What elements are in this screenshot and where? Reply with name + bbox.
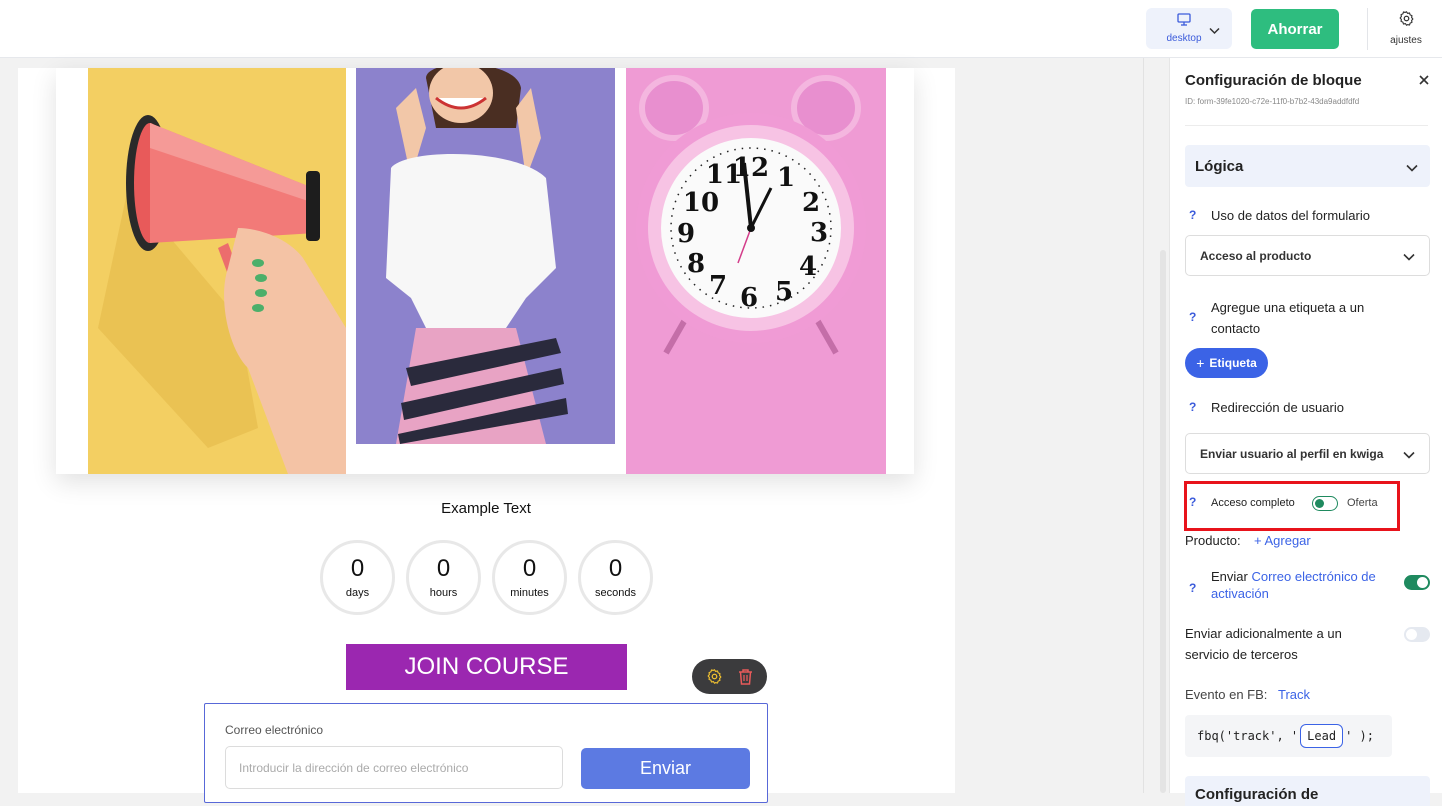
- next-section-header[interactable]: Configuración de: [1185, 776, 1430, 806]
- fb-event-link[interactable]: Track: [1278, 684, 1310, 705]
- divider: [1367, 8, 1368, 50]
- divider: [1185, 125, 1428, 126]
- gallery-image-woman: [356, 68, 615, 444]
- chevron-down-icon: [1403, 250, 1415, 264]
- redirect-label: Redirección de usuario: [1211, 400, 1344, 415]
- close-icon[interactable]: [1416, 72, 1432, 88]
- fb-code-snippet: fbq('track', ' Lead ' );: [1185, 715, 1392, 757]
- device-label: desktop: [1166, 33, 1202, 44]
- third-party-label: Enviar adicionalmente a un servicio de t…: [1185, 626, 1342, 662]
- help-icon[interactable]: ?: [1189, 495, 1196, 509]
- redirect-value: Enviar usuario al perfil en kwiga: [1200, 446, 1384, 461]
- svg-text:1: 1: [777, 163, 795, 193]
- code-prefix: fbq('track', ': [1197, 729, 1299, 743]
- svg-text:11: 11: [706, 160, 742, 190]
- email-label: Correo electrónico: [225, 723, 324, 737]
- fb-event-value-input[interactable]: Lead: [1300, 724, 1344, 748]
- email-input[interactable]: [225, 746, 563, 789]
- help-icon[interactable]: ?: [1189, 400, 1196, 414]
- help-icon[interactable]: ?: [1189, 208, 1196, 222]
- add-tag-label: Agregue una etiqueta a un contacto: [1211, 300, 1365, 336]
- full-access-label: Acceso completo: [1211, 497, 1295, 509]
- code-suffix: ' );: [1345, 729, 1374, 743]
- block-toolbar: [692, 659, 767, 694]
- panel-title: Configuración de bloque: [1185, 72, 1362, 89]
- add-tag-button[interactable]: + Etiqueta: [1185, 348, 1268, 378]
- block-settings-panel: Configuración de bloque ID: form-39fe102…: [1169, 58, 1442, 806]
- svg-text:5: 5: [775, 277, 793, 307]
- example-text: Example Text: [441, 500, 531, 517]
- form-data-label: Uso de datos del formulario: [1211, 208, 1370, 223]
- help-icon[interactable]: ?: [1189, 310, 1196, 324]
- canvas-edge: [1143, 58, 1144, 793]
- email-form-block: Correo electrónico Enviar: [204, 703, 768, 803]
- timer-hours-unit: hours: [429, 587, 458, 599]
- join-course-button[interactable]: JOIN COURSE: [346, 644, 627, 690]
- device-switcher[interactable]: desktop: [1146, 8, 1232, 49]
- plus-icon: +: [1196, 355, 1205, 371]
- timer-days: 0 days: [320, 540, 395, 615]
- svg-text:10: 10: [683, 188, 719, 218]
- offer-label: Oferta: [1347, 497, 1378, 509]
- svg-text:6: 6: [740, 283, 758, 313]
- timer-seconds-value: 0: [608, 555, 623, 582]
- send-activation-label: Enviar Correo electrónico de activación: [1211, 568, 1396, 602]
- svg-text:4: 4: [799, 252, 817, 282]
- chevron-down-icon: [1406, 159, 1418, 177]
- svg-text:8: 8: [687, 249, 705, 279]
- timer-minutes-value: 0: [522, 555, 537, 582]
- logic-title: Lógica: [1195, 157, 1244, 175]
- timer-minutes-unit: minutes: [510, 587, 549, 599]
- product-label: Producto:: [1185, 533, 1241, 548]
- top-bar: desktop Ahorrar ajustes: [0, 0, 1442, 58]
- timer-hours: 0 hours: [406, 540, 481, 615]
- gear-icon[interactable]: [706, 668, 723, 685]
- gallery-image-clock: 12 1 2 3 4 5 6 7 8 9 10 11: [626, 68, 886, 474]
- send-prefix: Enviar: [1211, 569, 1248, 584]
- svg-text:3: 3: [810, 218, 828, 248]
- svg-text:2: 2: [802, 188, 820, 218]
- activation-email-toggle[interactable]: [1404, 575, 1430, 590]
- settings-label: ajustes: [1390, 35, 1422, 46]
- trash-icon[interactable]: [738, 668, 753, 685]
- timer-seconds: 0 seconds: [578, 540, 653, 615]
- settings-button[interactable]: ajustes: [1384, 10, 1428, 50]
- send-button[interactable]: Enviar: [581, 748, 750, 789]
- timer-days-unit: days: [345, 587, 370, 599]
- logic-section-toggle[interactable]: Lógica: [1185, 145, 1430, 187]
- timer-days-value: 0: [350, 555, 365, 582]
- redirect-select[interactable]: Enviar usuario al perfil en kwiga: [1185, 433, 1430, 474]
- gear-icon: [1398, 10, 1415, 32]
- fb-event-label: Evento en FB:: [1185, 687, 1268, 702]
- timer-seconds-unit: seconds: [595, 587, 636, 599]
- svg-text:9: 9: [677, 219, 695, 249]
- tag-button-label: Etiqueta: [1209, 356, 1257, 370]
- chevron-down-icon: [1209, 22, 1220, 40]
- add-product-link[interactable]: + Agregar: [1254, 530, 1311, 551]
- block-id: ID: form-39fe1020-c72e-11f0-b7b2-43da9ad…: [1185, 97, 1360, 106]
- chevron-down-icon: [1403, 448, 1415, 462]
- timer-minutes: 0 minutes: [492, 540, 567, 615]
- help-icon[interactable]: ?: [1189, 581, 1196, 595]
- svg-text:7: 7: [709, 271, 727, 301]
- monitor-icon: [1177, 13, 1191, 31]
- timer-hours-value: 0: [436, 555, 451, 582]
- form-data-value: Acceso al producto: [1200, 248, 1312, 263]
- gallery-image-megaphone: [88, 68, 346, 474]
- panel-scrollbar[interactable]: [1160, 250, 1166, 793]
- save-button[interactable]: Ahorrar: [1251, 9, 1339, 49]
- third-party-toggle[interactable]: [1404, 627, 1430, 642]
- form-data-select[interactable]: Acceso al producto: [1185, 235, 1430, 276]
- access-offer-toggle[interactable]: [1312, 496, 1338, 511]
